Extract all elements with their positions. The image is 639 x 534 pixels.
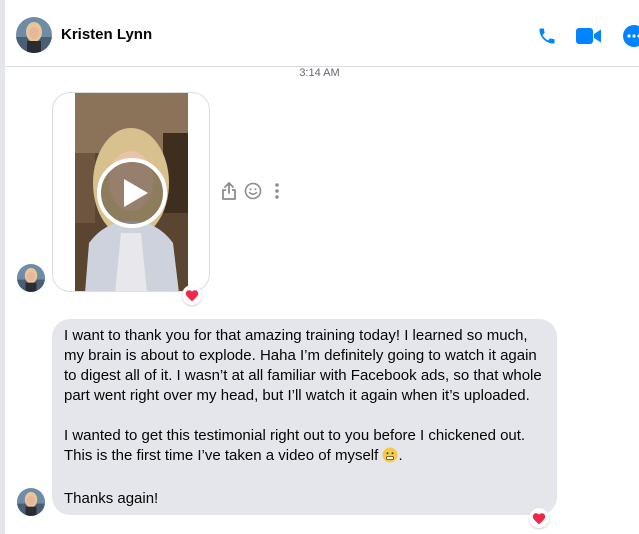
heart-reaction[interactable]	[182, 285, 202, 305]
conversation-header: Kristen Lynn	[5, 0, 639, 67]
message-timestamp: 3:14 AM	[299, 67, 340, 79]
heart-icon	[532, 512, 546, 524]
share-button[interactable]	[218, 180, 240, 202]
text-message-bubble[interactable]: I want to thank you for that amazing tra…	[52, 319, 557, 515]
video-camera-icon	[576, 28, 601, 44]
sender-avatar[interactable]	[17, 488, 45, 516]
message-paragraph: Thanks again!	[64, 490, 159, 507]
grimacing-emoji-icon	[382, 447, 398, 469]
heart-icon	[185, 289, 199, 301]
message-text: I wanted to get this testimonial right o…	[64, 427, 526, 464]
message-paragraph: I want to thank you for that amazing tra…	[64, 327, 542, 404]
more-vertical-icon	[275, 183, 279, 199]
react-button[interactable]	[242, 180, 264, 202]
share-icon	[222, 182, 236, 200]
message-paragraph: I wanted to get this testimonial right o…	[64, 426, 545, 469]
phone-icon	[539, 28, 555, 44]
sender-avatar[interactable]	[17, 264, 45, 292]
message-text-end: .	[398, 447, 403, 464]
emoji-reaction-icon	[244, 182, 262, 200]
more-actions-button[interactable]	[266, 180, 288, 202]
play-button[interactable]	[96, 157, 168, 229]
phone-call-button[interactable]	[533, 22, 561, 50]
video-call-button[interactable]	[575, 22, 603, 50]
window-edge	[0, 0, 5, 534]
conversation-info-button[interactable]	[620, 22, 639, 50]
contact-avatar[interactable]	[16, 17, 52, 53]
message-actions	[218, 180, 290, 202]
contact-name[interactable]: Kristen Lynn	[61, 26, 152, 43]
heart-reaction[interactable]	[529, 508, 549, 528]
play-icon	[97, 158, 167, 228]
video-message[interactable]	[52, 92, 210, 292]
more-options-icon	[623, 25, 639, 47]
